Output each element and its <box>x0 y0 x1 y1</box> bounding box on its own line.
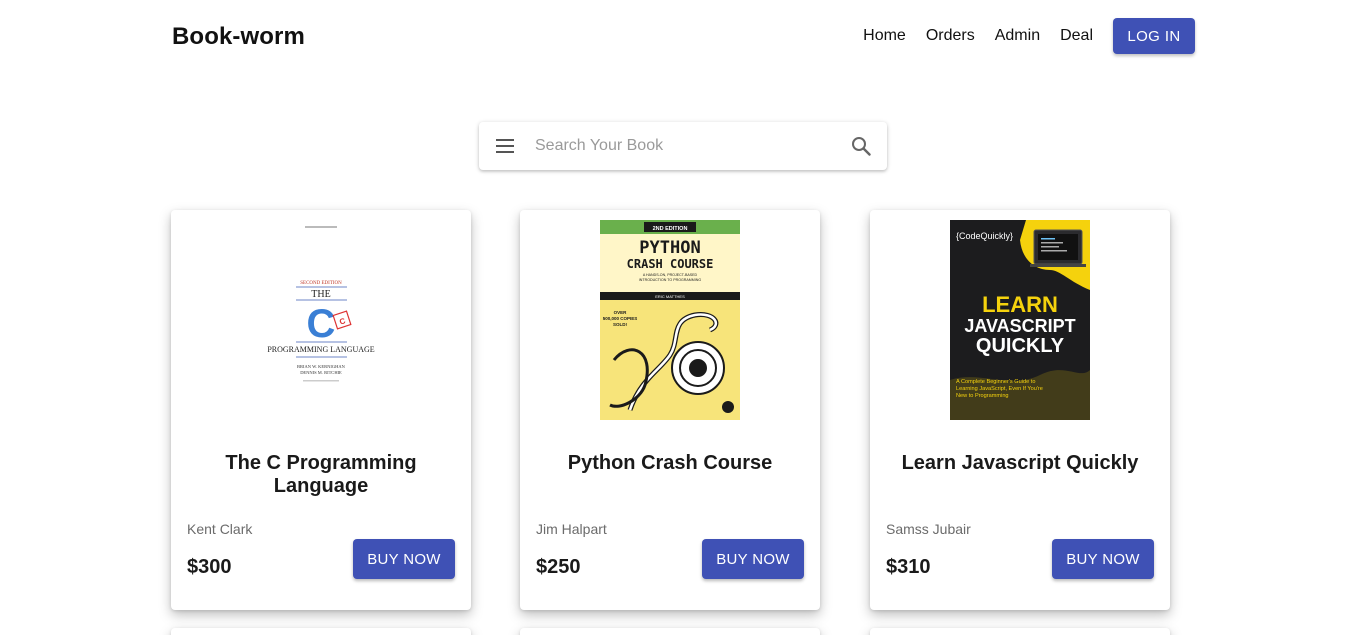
cover-heading1: PYTHON <box>639 238 700 258</box>
search-input[interactable] <box>531 122 835 170</box>
main-nav: Home Orders Admin Deal LOG IN <box>863 18 1195 54</box>
nav-link-orders[interactable]: Orders <box>926 27 975 45</box>
cover-line2: JAVASCRIPT <box>964 316 1075 336</box>
search-icon[interactable] <box>835 122 887 170</box>
book-cover-image: SECOND EDITION THE C C PROGRAMMING LANGU… <box>251 220 391 420</box>
book-card: {CodeQuickly} LEARN JAVASCRIPT QUICKLY A… <box>870 210 1170 610</box>
svg-text:BRIAN W. KERNIGHAN: BRIAN W. KERNIGHAN <box>297 364 346 369</box>
book-price: $300 <box>187 556 232 578</box>
book-author: Jim Halpart <box>536 521 607 537</box>
svg-text:INTRODUCTION TO PROGRAMMING: INTRODUCTION TO PROGRAMMING <box>639 278 702 282</box>
book-card: 2ND EDITION PYTHON CRASH COURSE A HANDS-… <box>520 210 820 610</box>
buy-now-button[interactable]: BUY NOW <box>702 539 804 579</box>
book-cover-image: 2ND EDITION PYTHON CRASH COURSE A HANDS-… <box>600 220 740 420</box>
cover-publisher: {CodeQuickly} <box>956 231 1013 241</box>
book-cover-image: {CodeQuickly} LEARN JAVASCRIPT QUICKLY A… <box>950 220 1090 420</box>
menu-icon[interactable] <box>479 122 531 170</box>
book-author: Kent Clark <box>187 521 253 537</box>
nav-link-admin[interactable]: Admin <box>995 27 1040 45</box>
nav-link-deal[interactable]: Deal <box>1060 27 1093 45</box>
cover-line1: LEARN <box>982 292 1058 317</box>
book-card-partial <box>171 628 471 635</box>
svg-text:A Complete Beginner's Guide to: A Complete Beginner's Guide to <box>956 379 1035 385</box>
book-author: Samss Jubair <box>886 521 971 537</box>
svg-text:OVER: OVER <box>614 310 628 315</box>
book-title: Python Crash Course <box>567 452 773 474</box>
book-card-partial <box>520 628 820 635</box>
brand-logo[interactable]: Book-worm <box>172 23 305 51</box>
svg-text:500,000 COPIES: 500,000 COPIES <box>603 316 638 321</box>
cover-the: THE <box>311 289 330 300</box>
book-title: Learn Javascript Quickly <box>901 452 1139 474</box>
buy-now-button[interactable]: BUY NOW <box>353 539 455 579</box>
cover-letter: C <box>307 302 336 346</box>
cover-author: ERIC MATTHES <box>655 294 685 299</box>
book-card-partial <box>870 628 1170 635</box>
svg-text:Learning JavaScript, Even If Y: Learning JavaScript, Even If You're <box>956 386 1043 392</box>
book-title: The C Programming Language <box>225 452 417 497</box>
buy-now-button[interactable]: BUY NOW <box>1052 539 1154 579</box>
book-price: $250 <box>536 556 581 578</box>
cover-heading: PROGRAMMING LANGUAGE <box>267 345 374 354</box>
cover-edition: SECOND EDITION <box>300 281 342 286</box>
svg-text:DENNIS M. RITCHIE: DENNIS M. RITCHIE <box>300 370 342 375</box>
book-price: $310 <box>886 556 931 578</box>
cover-heading2: CRASH COURSE <box>627 257 714 271</box>
svg-text:A HANDS-ON, PROJECT-BASED: A HANDS-ON, PROJECT-BASED <box>643 273 698 277</box>
cover-edition: 2ND EDITION <box>653 226 688 232</box>
top-navbar: Book-worm Home Orders Admin Deal LOG IN <box>0 0 1366 72</box>
nav-link-home[interactable]: Home <box>863 27 906 45</box>
cover-line3: QUICKLY <box>976 335 1065 357</box>
login-button[interactable]: LOG IN <box>1113 18 1195 54</box>
search-bar <box>479 122 887 170</box>
svg-text:New to Programming: New to Programming <box>956 393 1009 399</box>
svg-text:SOLD!: SOLD! <box>613 322 628 327</box>
book-card: SECOND EDITION THE C C PROGRAMMING LANGU… <box>171 210 471 610</box>
